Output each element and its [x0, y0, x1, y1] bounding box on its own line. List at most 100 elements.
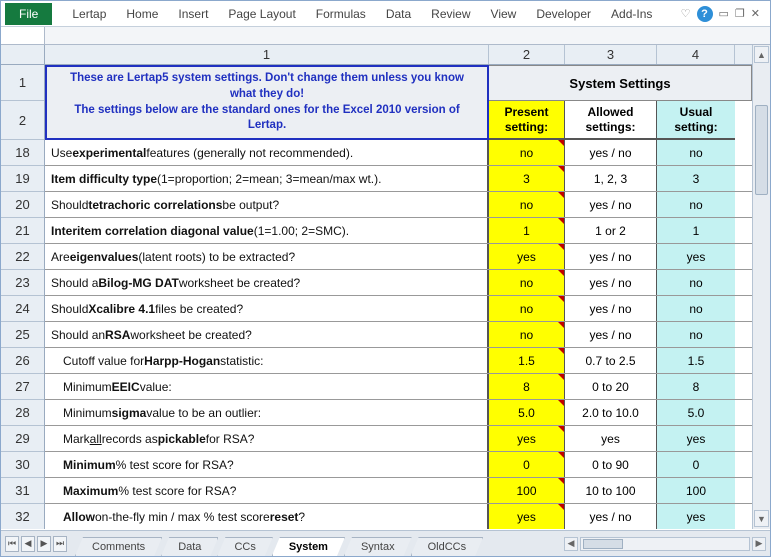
row-header[interactable]: 2	[1, 101, 44, 140]
present-setting[interactable]: no	[489, 192, 565, 217]
file-tab[interactable]: File	[5, 3, 52, 25]
ribbon-heart-icon[interactable]: ♡	[681, 7, 691, 20]
present-setting[interactable]: yes	[489, 504, 565, 529]
row-header[interactable]: 19	[1, 166, 44, 192]
tab-nav-last-icon[interactable]: ⏭	[53, 536, 67, 552]
setting-description[interactable]: Cutoff value for Harpp-Hogan statistic:	[45, 348, 489, 373]
allowed-settings[interactable]: yes / no	[565, 244, 657, 269]
sheet-tab-data[interactable]: Data	[161, 537, 218, 556]
row-header[interactable]: 26	[1, 348, 44, 374]
row-header[interactable]: 27	[1, 374, 44, 400]
ribbon-tab-lertap[interactable]: Lertap	[62, 3, 116, 25]
ribbon-restore-icon[interactable]: ❐	[735, 7, 745, 20]
vertical-scrollbar[interactable]: ▲ ▼	[752, 45, 770, 529]
sheet-tab-ccs[interactable]: CCs	[217, 537, 272, 556]
allowed-settings[interactable]: yes / no	[565, 270, 657, 295]
allowed-settings[interactable]: 2.0 to 10.0	[565, 400, 657, 425]
setting-description[interactable]: Should tetrachoric correlations be outpu…	[45, 192, 489, 217]
present-setting[interactable]: no	[489, 270, 565, 295]
row-header[interactable]: 20	[1, 192, 44, 218]
allowed-settings[interactable]: 1 or 2	[565, 218, 657, 243]
present-setting[interactable]: no	[489, 140, 565, 165]
allowed-settings[interactable]: 1, 2, 3	[565, 166, 657, 191]
setting-description[interactable]: Should Xcalibre 4.1 files be created?	[45, 296, 489, 321]
usual-setting[interactable]: 5.0	[657, 400, 735, 425]
allowed-settings[interactable]: yes / no	[565, 296, 657, 321]
row-header[interactable]: 31	[1, 478, 44, 504]
ribbon-tab-page-layout[interactable]: Page Layout	[218, 3, 305, 25]
name-box[interactable]	[1, 27, 45, 44]
usual-setting[interactable]: 8	[657, 374, 735, 399]
setting-description[interactable]: Maximum % test score for RSA?	[45, 478, 489, 503]
usual-setting[interactable]: 100	[657, 478, 735, 503]
present-setting[interactable]: 3	[489, 166, 565, 191]
ribbon-tab-insert[interactable]: Insert	[168, 3, 218, 25]
row-header[interactable]: 1	[1, 65, 44, 101]
scroll-up-icon[interactable]: ▲	[754, 46, 769, 63]
ribbon-tab-data[interactable]: Data	[376, 3, 421, 25]
allowed-settings[interactable]: yes	[565, 426, 657, 451]
tab-nav-first-icon[interactable]: ⏮	[5, 536, 19, 552]
present-setting[interactable]: yes	[489, 244, 565, 269]
present-setting[interactable]: 8	[489, 374, 565, 399]
row-header[interactable]: 23	[1, 270, 44, 296]
present-setting[interactable]: no	[489, 322, 565, 347]
row-header[interactable]: 29	[1, 426, 44, 452]
setting-description[interactable]: Minimum % test score for RSA?	[45, 452, 489, 477]
usual-setting[interactable]: no	[657, 270, 735, 295]
select-all-corner[interactable]	[1, 45, 44, 65]
hscroll-right-icon[interactable]: ▶	[752, 537, 766, 551]
col-header-3[interactable]: 3	[565, 45, 657, 64]
horizontal-scrollbar[interactable]: ◀ ▶	[564, 537, 766, 551]
ribbon-tab-developer[interactable]: Developer	[526, 3, 601, 25]
usual-setting[interactable]: 3	[657, 166, 735, 191]
help-icon[interactable]: ?	[697, 6, 713, 22]
allowed-settings[interactable]: 0 to 90	[565, 452, 657, 477]
setting-description[interactable]: Allow on-the-fly min / max % test score …	[45, 504, 489, 529]
allowed-settings[interactable]: yes / no	[565, 192, 657, 217]
usual-setting[interactable]: 1	[657, 218, 735, 243]
setting-description[interactable]: Should an RSA worksheet be created?	[45, 322, 489, 347]
col-header-1[interactable]: 1	[45, 45, 489, 64]
ribbon-close-icon[interactable]: ✕	[751, 7, 760, 20]
formula-area[interactable]	[45, 27, 770, 44]
usual-setting[interactable]: 0	[657, 452, 735, 477]
allowed-settings[interactable]: yes / no	[565, 140, 657, 165]
sheet-tab-oldccs[interactable]: OldCCs	[411, 537, 484, 556]
row-header[interactable]: 21	[1, 218, 44, 244]
scroll-down-icon[interactable]: ▼	[754, 510, 769, 527]
col-header-4[interactable]: 4	[657, 45, 735, 64]
row-header[interactable]: 22	[1, 244, 44, 270]
setting-description[interactable]: Interitem correlation diagonal value (1=…	[45, 218, 489, 243]
ribbon-tab-view[interactable]: View	[481, 3, 527, 25]
setting-description[interactable]: Minimum EEIC value:	[45, 374, 489, 399]
hscroll-thumb[interactable]	[583, 539, 623, 549]
allowed-settings[interactable]: yes / no	[565, 322, 657, 347]
row-header[interactable]: 30	[1, 452, 44, 478]
col-header-2[interactable]: 2	[489, 45, 565, 64]
allowed-settings[interactable]: 0.7 to 2.5	[565, 348, 657, 373]
allowed-settings[interactable]: yes / no	[565, 504, 657, 529]
row-header[interactable]: 18	[1, 140, 44, 166]
allowed-settings[interactable]: 0 to 20	[565, 374, 657, 399]
present-setting[interactable]: 1.5	[489, 348, 565, 373]
present-setting[interactable]: 0	[489, 452, 565, 477]
sheet-tab-comments[interactable]: Comments	[75, 537, 162, 556]
usual-setting[interactable]: yes	[657, 426, 735, 451]
ribbon-tab-formulas[interactable]: Formulas	[306, 3, 376, 25]
ribbon-minimize-icon[interactable]: ▭	[719, 7, 729, 20]
hscroll-track[interactable]	[580, 537, 750, 551]
usual-setting[interactable]: no	[657, 192, 735, 217]
present-setting[interactable]: 5.0	[489, 400, 565, 425]
row-header[interactable]: 32	[1, 504, 44, 529]
setting-description[interactable]: Minimum sigma value to be an outlier:	[45, 400, 489, 425]
sheet-tab-system[interactable]: System	[272, 537, 345, 556]
scroll-thumb[interactable]	[755, 105, 768, 195]
setting-description[interactable]: Mark all records as pickable for RSA?	[45, 426, 489, 451]
usual-setting[interactable]: no	[657, 140, 735, 165]
usual-setting[interactable]: yes	[657, 244, 735, 269]
allowed-settings[interactable]: 10 to 100	[565, 478, 657, 503]
setting-description[interactable]: Use experimental features (generally not…	[45, 140, 489, 165]
row-header[interactable]: 28	[1, 400, 44, 426]
setting-description[interactable]: Are eigenvalues (latent roots) to be ext…	[45, 244, 489, 269]
